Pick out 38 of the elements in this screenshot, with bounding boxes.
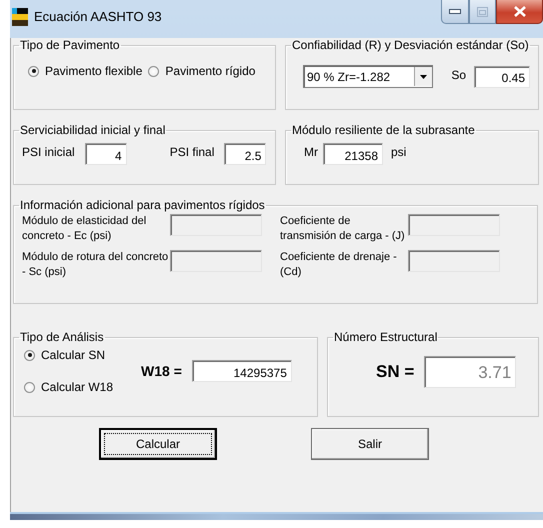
minimize-button[interactable] [441,0,469,24]
group-title: Tipo de Pavimento [19,38,121,52]
radio-option[interactable]: Pavimento flexible [28,64,142,78]
input-field[interactable]: 21358 [323,143,383,165]
group-title: Número Estructural [333,330,438,344]
unit-label: psi [391,145,406,159]
radio-option[interactable]: Calcular W18 [24,380,114,394]
radio-option[interactable]: Calcular SN [24,348,114,362]
input-field[interactable]: 0.45 [474,66,530,88]
field-label: W18 = [141,363,182,379]
maximize-icon [477,6,488,16]
field-label: Coeficiente de transmisión de carga - (J) [280,214,406,244]
input-field[interactable]: 2.5 [224,143,266,165]
minimize-icon [449,9,461,14]
window-title: Ecuación AASHTO 93 [34,9,162,24]
group-title: Confiabilidad (R) y Desviación estándar (So) [291,38,530,52]
dialog-button[interactable]: Salir [311,428,429,460]
field-label: Módulo de elasticidad del concreto - Ec (psi) [22,214,148,244]
field-label: PSI inicial [22,145,75,159]
app-icon [12,8,28,26]
close-icon [514,6,526,17]
dropdown-arrow-icon [420,74,428,78]
dropdown[interactable]: 90 % Zr=-1.282 [303,65,434,88]
field-label: PSI final [170,145,214,159]
field-label: Módulo de rotura del concreto - Sc (psi) [22,250,170,280]
group-title: Serviciabilidad inicial y final [19,123,166,137]
dialog-button[interactable]: Calcular [99,428,217,460]
group-title: Módulo resiliente de la subrasante [291,123,476,137]
close-button[interactable] [496,0,543,24]
field-label: Coeficiente de drenaje - (Cd) [280,250,398,280]
group-title: Información adicional para pavimentos rígidos [19,198,266,212]
field-label: SN = [376,362,414,382]
radio-option[interactable]: Pavimento rígido [148,64,256,78]
input-field[interactable]: 4 [84,143,127,165]
field-label: Mr [304,145,318,159]
input-field[interactable]: 14295375 [192,360,292,382]
group-title: Tipo de Análisis [19,330,105,344]
field-label: So [451,68,466,82]
